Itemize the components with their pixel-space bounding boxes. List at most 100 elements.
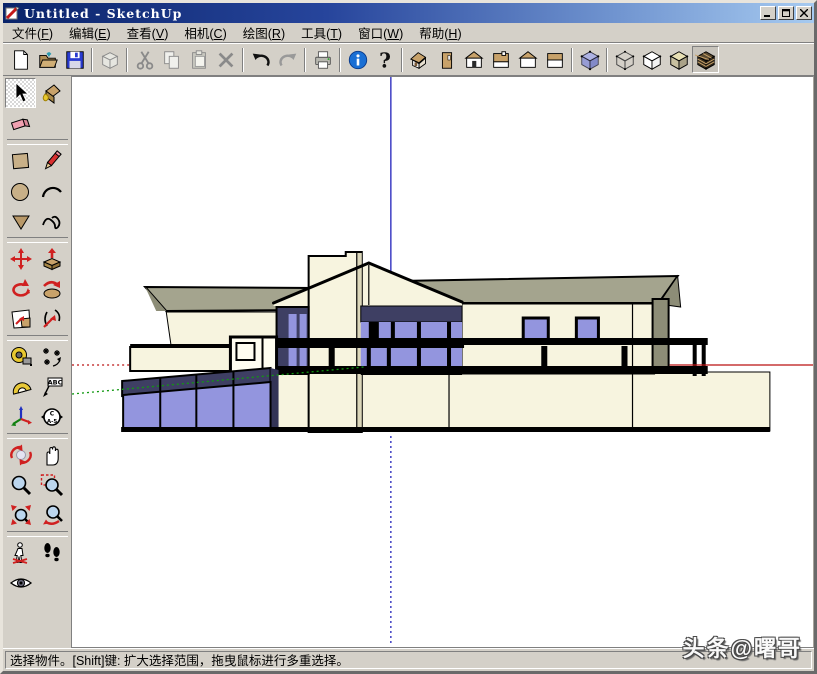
palette-separator [7,433,68,439]
move-tool-button[interactable] [5,244,36,274]
follow-me-tool-button[interactable] [36,274,67,304]
model-info-button[interactable] [344,46,371,73]
copy-button [158,46,185,73]
hidden-line-mode-button[interactable] [638,46,665,73]
help-icon: ? [374,49,396,71]
walk-tool-button[interactable] [36,538,67,568]
offset-tool-button[interactable] [5,304,36,334]
menu-edit[interactable]: 编辑(E) [61,21,119,44]
zoom-icon [9,473,33,497]
print-button[interactable] [309,46,336,73]
palette-separator [7,237,68,243]
arc-tool-button[interactable] [36,176,67,206]
menu-draw[interactable]: 绘图(R) [235,21,293,44]
menu-camera[interactable]: 相机(C) [176,21,234,44]
zoom-previous-tool-button[interactable] [36,500,67,530]
open-button[interactable] [34,46,61,73]
protractor-tool-button[interactable] [5,372,36,402]
info-icon [347,49,369,71]
view-back-button[interactable] [514,46,541,73]
rotate-tool-button[interactable] [5,274,36,304]
orbit-tool-button[interactable] [5,440,36,470]
select-tool-button[interactable] [5,78,36,108]
section-tool-button[interactable]: CA-5 [36,402,67,432]
new-button[interactable] [7,46,34,73]
view-top-button[interactable] [487,46,514,73]
look-icon [9,571,33,595]
eraser-icon [9,111,33,135]
rectangle-tool-button[interactable] [5,146,36,176]
palette-separator [7,335,68,341]
menu-view[interactable]: 查看(V) [119,21,177,44]
drawing-canvas[interactable] [71,76,814,648]
minimize-button[interactable] [760,6,776,20]
tape-measure-tool-button[interactable] [5,342,36,372]
shaded-mode-button[interactable] [665,46,692,73]
view-iso-button[interactable] [406,46,433,73]
position-camera-tool-button[interactable] [5,538,36,568]
menu-help[interactable]: 帮助(H) [411,21,469,44]
eraser-tool-button[interactable] [5,108,36,138]
line-icon [40,149,64,173]
make-component-icon [99,49,121,71]
undo-icon [250,49,272,71]
toolbar-separator [126,48,128,72]
scale-tool-button[interactable] [36,304,67,334]
arc-icon [40,179,64,203]
dimension-tool-button[interactable] [36,342,67,372]
watermark: 头条@曙哥 [683,631,802,663]
polygon-tool-button[interactable] [5,206,36,236]
line-tool-button[interactable] [36,146,67,176]
svg-text:C: C [49,411,54,418]
text-tool-button[interactable]: ABC [36,372,67,402]
close-button[interactable] [796,6,812,20]
freehand-icon [40,209,64,233]
look-around-tool-button[interactable] [5,568,36,598]
orbit-icon [9,443,33,467]
toolbar-separator [304,48,306,72]
move-icon [9,247,33,271]
view-front-button[interactable] [460,46,487,73]
menu-window[interactable]: 窗口(W) [350,21,411,44]
undo-button[interactable] [247,46,274,73]
toolbar-separator [401,48,403,72]
main-toolbar: ? [3,43,814,76]
toolbar-separator [242,48,244,72]
zoom-extents-tool-button[interactable] [5,500,36,530]
shaded-icon [668,49,690,71]
help-button[interactable]: ? [371,46,398,73]
view-left-button[interactable] [541,46,568,73]
circle-icon [9,179,33,203]
maximize-button[interactable] [778,6,794,20]
view-top-icon [490,49,512,71]
new-icon [10,49,32,71]
cut-button [131,46,158,73]
axes-tool-button[interactable] [5,402,36,432]
xray-mode-button[interactable] [576,46,603,73]
menu-tools[interactable]: 工具(T) [293,21,350,44]
save-icon [64,49,86,71]
cut-icon [134,49,156,71]
freehand-tool-button[interactable] [36,206,67,236]
palette-separator [7,531,68,537]
view-front-icon [463,49,485,71]
zoom-window-tool-button[interactable] [36,470,67,500]
open-icon [37,49,59,71]
svg-text:A-5: A-5 [46,419,57,425]
pan-tool-button[interactable] [36,440,67,470]
paint-icon [40,81,64,105]
view-right-button[interactable] [433,46,460,73]
circle-tool-button[interactable] [5,176,36,206]
paint-bucket-tool-button[interactable] [36,78,67,108]
view-right-icon [436,49,458,71]
menu-file[interactable]: 文件(F) [4,21,61,44]
zoom-tool-button[interactable] [5,470,36,500]
save-button[interactable] [61,46,88,73]
textured-mode-button[interactable] [692,46,719,73]
house-model [72,77,813,647]
push-pull-tool-button[interactable] [36,244,67,274]
redo-button [274,46,301,73]
scale-icon [40,307,64,331]
wireframe-mode-button[interactable] [611,46,638,73]
make-component-button [96,46,123,73]
